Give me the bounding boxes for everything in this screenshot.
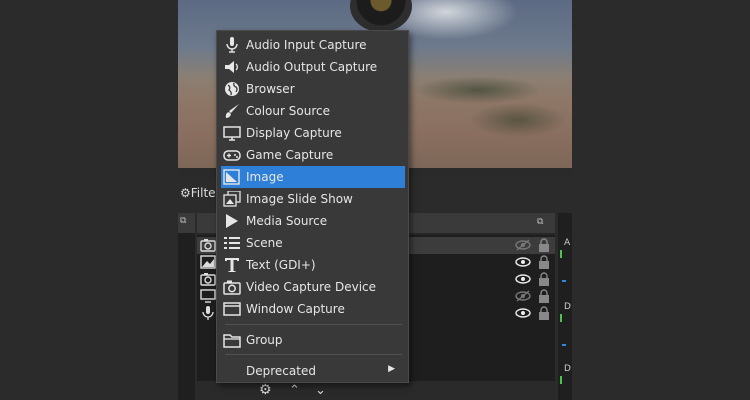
visibility-hidden-icon[interactable]: [515, 239, 531, 251]
camera-icon: [200, 272, 216, 286]
preview-cloud: [398, 0, 518, 40]
speaker-icon: [223, 59, 241, 75]
lock-icon[interactable]: [538, 255, 550, 269]
menu-item-group[interactable]: Group: [221, 329, 405, 351]
dock-float-icon[interactable]: ⧉: [180, 216, 186, 226]
scenes-dock-header: ⧉: [178, 213, 195, 233]
slideshow-icon: [223, 190, 241, 207]
menu-item-colour-source[interactable]: Colour Source: [221, 100, 405, 122]
scenes-dock: [178, 213, 195, 400]
menu-item-label: Scene: [246, 236, 283, 250]
sources-toolbar: ⚙ ⌃ ⌄: [197, 381, 555, 400]
image-icon: [223, 169, 241, 185]
image-icon: [200, 255, 216, 269]
mixer-meter: [560, 314, 562, 322]
mixer-volume-slider[interactable]: [562, 280, 566, 282]
menu-separator: [225, 354, 402, 355]
mixer-channel-label: D: [564, 302, 571, 312]
mixer-meter: [560, 376, 562, 384]
move-down-icon[interactable]: ⌄: [315, 381, 326, 400]
paintbrush-icon: [223, 103, 241, 119]
text-icon: [223, 257, 241, 273]
menu-item-label: Media Source: [246, 214, 328, 228]
menu-item-label: Audio Output Capture: [246, 60, 378, 74]
menu-item-window-capture[interactable]: Window Capture: [221, 298, 405, 320]
lock-icon[interactable]: [538, 238, 550, 252]
monitor-icon: [223, 125, 241, 141]
list-icon: [223, 235, 241, 251]
lock-icon[interactable]: [538, 272, 550, 286]
microphone-icon: [200, 306, 216, 320]
microphone-icon: [223, 37, 241, 53]
menu-item-label: Image: [246, 170, 284, 184]
menu-item-audio-output-capture[interactable]: Audio Output Capture: [221, 56, 405, 78]
visibility-icon[interactable]: [515, 307, 531, 319]
window-icon: [223, 301, 241, 317]
menu-item-display-capture[interactable]: Display Capture: [221, 122, 405, 144]
menu-item-label: Colour Source: [246, 104, 330, 118]
menu-item-label: Browser: [246, 82, 295, 96]
menu-item-label: Group: [246, 333, 283, 347]
mixer-volume-slider[interactable]: [562, 344, 566, 346]
add-source-context-menu: Audio Input Capture Audio Output Capture…: [216, 30, 409, 383]
menu-item-label: Display Capture: [246, 126, 342, 140]
globe-icon: [223, 81, 241, 97]
mixer-channel-label: A: [564, 238, 571, 248]
filters-button[interactable]: ⚙Filte: [180, 186, 216, 200]
menu-item-label: Game Capture: [246, 148, 334, 162]
monitor-icon: [200, 289, 216, 303]
mixer-channel-label: D: [564, 364, 571, 374]
source-properties-gear-icon[interactable]: ⚙: [259, 381, 272, 400]
menu-item-scene[interactable]: Scene: [221, 232, 405, 254]
menu-item-label: Image Slide Show: [246, 192, 353, 206]
menu-item-game-capture[interactable]: Game Capture: [221, 144, 405, 166]
dock-float-icon[interactable]: ⧉: [537, 217, 547, 227]
visibility-hidden-icon[interactable]: [515, 290, 531, 302]
folder-icon: [223, 332, 241, 348]
mixer-meter: [560, 250, 562, 258]
lock-icon[interactable]: [538, 306, 550, 320]
menu-item-deprecated[interactable]: Deprecated ▶: [221, 360, 405, 382]
menu-separator: [225, 324, 402, 325]
visibility-icon[interactable]: [515, 273, 531, 285]
camera-icon: [223, 279, 241, 295]
filters-icon: ⚙: [180, 186, 191, 200]
menu-item-image-slide-show[interactable]: Image Slide Show: [221, 188, 405, 210]
play-icon: [223, 213, 241, 229]
lock-icon[interactable]: [538, 289, 550, 303]
menu-item-audio-input-capture[interactable]: Audio Input Capture: [221, 34, 405, 56]
menu-item-label: Window Capture: [246, 302, 345, 316]
move-up-icon[interactable]: ⌃: [289, 381, 300, 400]
menu-item-image[interactable]: Image: [221, 166, 405, 188]
menu-item-label: Audio Input Capture: [246, 38, 367, 52]
submenu-arrow-icon: ▶: [388, 364, 395, 374]
camera-icon: [200, 238, 216, 252]
menu-item-label: Video Capture Device: [246, 280, 377, 294]
gamepad-icon: [223, 147, 241, 163]
menu-item-browser[interactable]: Browser: [221, 78, 405, 100]
menu-item-label: Deprecated: [246, 364, 316, 378]
filters-label: Filte: [190, 186, 216, 200]
menu-item-text-gdi[interactable]: Text (GDI+): [221, 254, 405, 276]
menu-item-label: Text (GDI+): [246, 258, 316, 272]
visibility-icon[interactable]: [515, 256, 531, 268]
menu-item-media-source[interactable]: Media Source: [221, 210, 405, 232]
menu-item-video-capture-device[interactable]: Video Capture Device: [221, 276, 405, 298]
